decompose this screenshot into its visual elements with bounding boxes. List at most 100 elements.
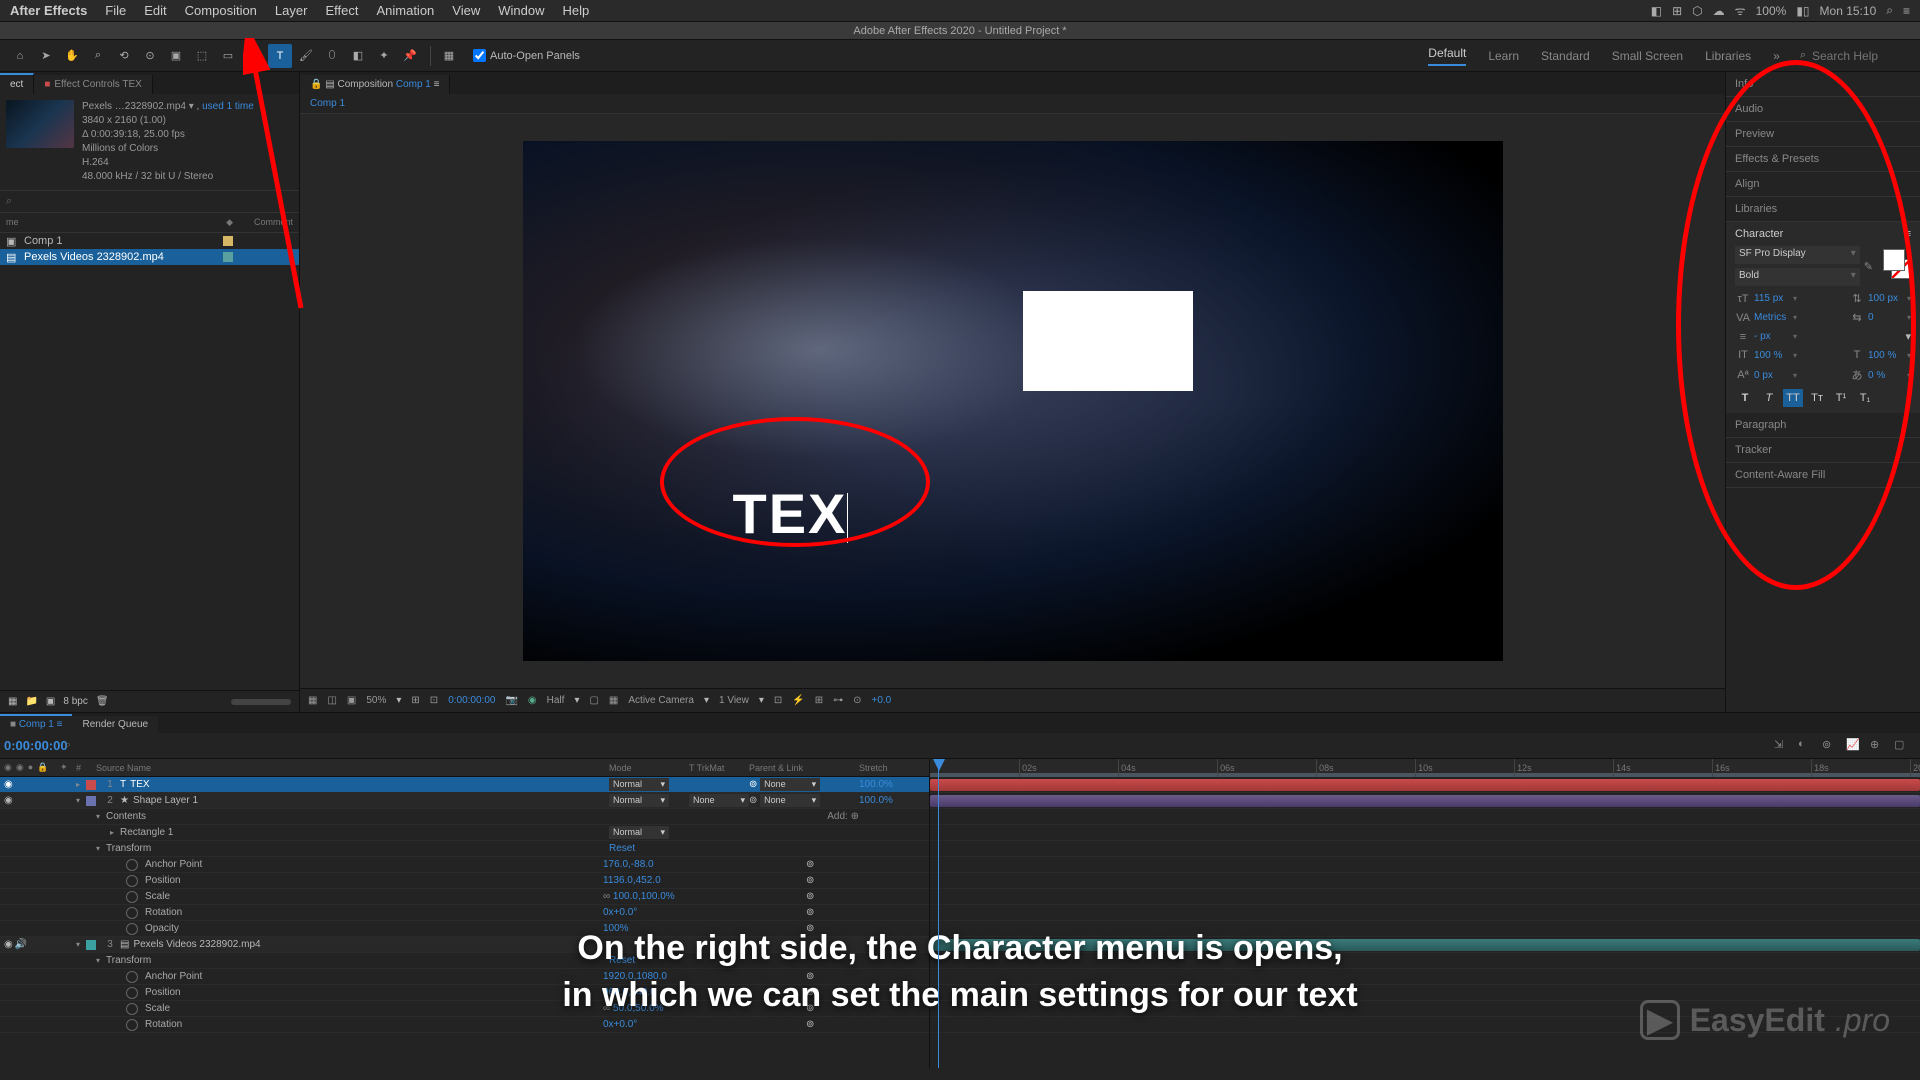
menu-window[interactable]: Window xyxy=(498,3,544,18)
menu-layer[interactable]: Layer xyxy=(275,3,308,18)
faux-italic-button[interactable]: T xyxy=(1759,389,1779,407)
rotation-tool[interactable]: ⊙ xyxy=(138,44,162,68)
clone-tool[interactable]: ⬯ xyxy=(320,44,344,68)
stopwatch-icon[interactable] xyxy=(126,859,138,871)
layer-row-shape[interactable]: ◉ ▾ 2 ★Shape Layer 1 Normal▾ None▾ ⊚ Non… xyxy=(0,793,929,809)
spotlight-icon[interactable]: ⌕ xyxy=(1886,3,1893,18)
tsume[interactable]: 0 % xyxy=(1868,370,1904,381)
shape-rectangle[interactable] xyxy=(1023,291,1193,391)
mode-dropdown[interactable]: Normal▾ xyxy=(609,794,669,807)
text-layer[interactable]: TEX xyxy=(733,481,849,546)
fill-color[interactable] xyxy=(1883,249,1905,271)
col-trkmat[interactable]: T TrkMat xyxy=(689,763,749,773)
vertical-scale[interactable]: 100 % xyxy=(1754,350,1790,361)
tracking[interactable]: 0 xyxy=(1868,312,1904,323)
baseline-shift[interactable]: 0 px xyxy=(1754,370,1790,381)
folder-icon[interactable]: 📁 xyxy=(25,696,37,707)
panel-effects-presets[interactable]: Effects & Presets xyxy=(1726,147,1920,172)
layer-row-tex[interactable]: ◉ ▸ 1 TTEX Normal▾ ⊚ None▾ 100.0% xyxy=(0,777,929,793)
search-help[interactable]: ⌕ xyxy=(1800,49,1912,63)
transparency-icon[interactable]: ▦ xyxy=(609,695,618,706)
menu-icon[interactable]: ≡ xyxy=(1903,4,1910,18)
auto-open-panels-input[interactable] xyxy=(473,49,486,62)
faux-bold-button[interactable]: T xyxy=(1735,389,1755,407)
project-item-comp[interactable]: ▣ Comp 1 xyxy=(0,233,299,249)
camera-tool[interactable]: ▣ xyxy=(164,44,188,68)
project-tab[interactable]: ect xyxy=(0,73,34,94)
viewer-time[interactable]: 0:00:00:00 xyxy=(448,695,495,706)
search-help-input[interactable] xyxy=(1812,49,1912,63)
workspace-small-screen[interactable]: Small Screen xyxy=(1612,49,1683,63)
brush-tool[interactable]: 🖌 xyxy=(294,44,318,68)
font-size[interactable]: 115 px xyxy=(1754,293,1790,304)
panel-align[interactable]: Align xyxy=(1726,172,1920,197)
motion-blur-icon[interactable]: ⊚ xyxy=(1822,738,1838,754)
zoom-tool[interactable]: ⌕ xyxy=(86,44,110,68)
snap-icon[interactable]: ▦ xyxy=(437,44,461,68)
workspace-libraries[interactable]: Libraries xyxy=(1705,49,1751,63)
prop-position[interactable]: Position 1136.0,452.0⊚ xyxy=(0,873,929,889)
transform-group[interactable]: ▾ Transform Reset xyxy=(0,841,929,857)
camera-dropdown[interactable]: Active Camera xyxy=(628,695,694,706)
workspace-standard[interactable]: Standard xyxy=(1541,49,1590,63)
menu-help[interactable]: Help xyxy=(562,3,589,18)
composition-viewer[interactable]: TEX xyxy=(300,114,1725,688)
shape-tool[interactable]: ▭ xyxy=(216,44,240,68)
rectangle-group[interactable]: ▸ Rectangle 1 Normal▾ xyxy=(0,825,929,841)
color-mgmt-icon[interactable]: ◉ xyxy=(528,695,537,706)
timeline-search-icon[interactable]: ⌕ xyxy=(65,739,71,751)
menu-composition[interactable]: Composition xyxy=(185,3,257,18)
font-style-dropdown[interactable]: Bold ▾ xyxy=(1735,268,1860,286)
eraser-tool[interactable]: ◧ xyxy=(346,44,370,68)
timeline-ruler[interactable]: 02s 04s 06s 08s 10s 12s 14s 16s 18s 20s xyxy=(930,759,1920,777)
font-family-dropdown[interactable]: SF Pro Display ▾ xyxy=(1735,246,1860,264)
panel-libraries[interactable]: Libraries xyxy=(1726,197,1920,222)
guide-icon[interactable]: ⊡ xyxy=(430,695,438,706)
draft3d-icon[interactable]: ▢ xyxy=(1894,738,1910,754)
eyedropper-icon[interactable]: ✎ xyxy=(1864,260,1873,273)
grid-icon[interactable]: ▦ xyxy=(308,695,317,706)
stopwatch-icon[interactable] xyxy=(126,875,138,887)
ruler-icon[interactable]: ⊞ xyxy=(411,695,419,706)
menu-animation[interactable]: Animation xyxy=(376,3,434,18)
playhead[interactable] xyxy=(938,759,939,1068)
orbit-tool[interactable]: ⟲ xyxy=(112,44,136,68)
col-mode[interactable]: Mode xyxy=(609,763,689,773)
canvas[interactable]: TEX xyxy=(523,141,1503,661)
puppet-tool[interactable]: 📌 xyxy=(398,44,422,68)
character-title[interactable]: Character xyxy=(1735,228,1783,240)
comp-new-icon[interactable]: ▣ xyxy=(46,696,55,707)
all-caps-button[interactable]: TT xyxy=(1783,389,1803,407)
trkmat-dropdown[interactable]: None▾ xyxy=(689,794,749,807)
graph-editor-icon[interactable]: 📈 xyxy=(1846,738,1862,754)
timeline-icon[interactable]: ⊞ xyxy=(815,695,823,706)
bpc-label[interactable]: 8 bpc xyxy=(63,696,87,707)
project-search-icon[interactable]: ⌕ xyxy=(6,195,12,207)
panel-menu-icon[interactable]: ≡ xyxy=(1905,228,1911,240)
pan-behind-tool[interactable]: ⬚ xyxy=(190,44,214,68)
parent-dropdown[interactable]: None▾ xyxy=(760,794,820,807)
stopwatch-icon[interactable] xyxy=(126,891,138,903)
footage-name[interactable]: Pexels …2328902.mp4 ▾ xyxy=(82,101,194,112)
superscript-button[interactable]: T¹ xyxy=(1831,389,1851,407)
exposure-value[interactable]: +0.0 xyxy=(871,695,891,706)
leading[interactable]: 100 px xyxy=(1868,293,1904,304)
roto-tool[interactable]: ✦ xyxy=(372,44,396,68)
hand-tool[interactable]: ✋ xyxy=(60,44,84,68)
menu-edit[interactable]: Edit xyxy=(144,3,166,18)
breadcrumb[interactable]: Comp 1 xyxy=(300,94,1725,114)
timeline-tab-render-queue[interactable]: Render Queue xyxy=(72,716,158,733)
pen-tool[interactable]: ✎ xyxy=(242,44,266,68)
panel-content-aware-fill[interactable]: Content-Aware Fill xyxy=(1726,463,1920,488)
stopwatch-icon[interactable] xyxy=(126,923,138,935)
stopwatch-icon[interactable] xyxy=(126,907,138,919)
mode-dropdown[interactable]: Normal▾ xyxy=(609,778,669,791)
timeline-tab-comp[interactable]: ■ Comp 1 ≡ xyxy=(0,714,72,733)
contents-group[interactable]: ▾ Contents Add: ⊕ xyxy=(0,809,929,825)
kerning[interactable]: Metrics xyxy=(1754,312,1790,323)
interpret-icon[interactable]: ▦ xyxy=(8,696,17,707)
workspace-overflow-icon[interactable]: » xyxy=(1773,49,1780,63)
parent-dropdown[interactable]: None▾ xyxy=(760,778,820,791)
stroke-width[interactable]: - px xyxy=(1754,331,1790,342)
footage-thumbnail[interactable] xyxy=(6,100,74,148)
